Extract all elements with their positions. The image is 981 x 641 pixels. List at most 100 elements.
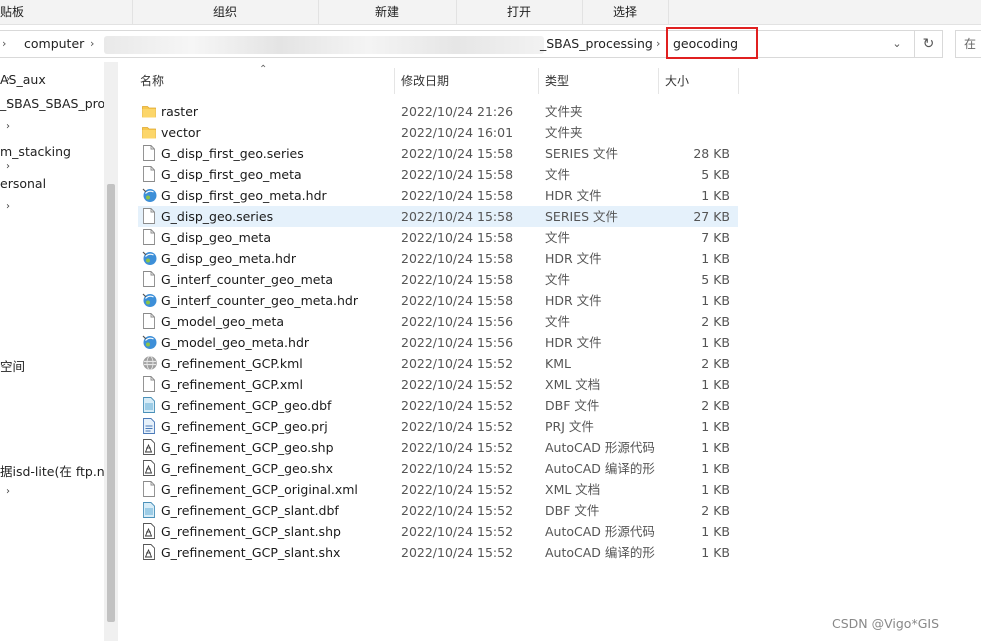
ribbon-group-new[interactable]: 新建 (318, 0, 457, 24)
file-name: G_disp_geo_meta (161, 230, 271, 245)
column-header-date[interactable]: 修改日期 (401, 68, 449, 94)
scrollbar-thumb[interactable] (107, 184, 115, 622)
file-size: 1 KB (701, 482, 730, 497)
chevron-right-icon[interactable]: › (6, 119, 10, 135)
file-name: G_refinement_GCP_slant.shp (161, 524, 341, 539)
chevron-right-icon[interactable]: › (6, 159, 10, 175)
file-type: 文件 (545, 167, 571, 182)
column-header-type[interactable]: 类型 (545, 68, 569, 94)
file-row[interactable]: G_refinement_GCP_geo.shp 2022/10/24 15:52… (138, 437, 738, 458)
column-divider[interactable] (738, 68, 739, 94)
column-header-size[interactable]: 大小 (665, 68, 689, 94)
address-bar-area: › computer › _SBAS_processing › geocodin… (0, 26, 981, 62)
file-row[interactable]: G_refinement_GCP_geo.shx 2022/10/24 15:52… (138, 458, 738, 479)
chevron-right-icon[interactable]: › (6, 199, 10, 215)
file-row[interactable]: G_disp_geo_meta.hdr 2022/10/24 15:58 HDR 文… (138, 248, 738, 269)
file-size: 27 KB (693, 209, 730, 224)
file-type: HDR 文件 (545, 335, 602, 350)
nav-item[interactable]: _SBAS_SBAS_proce (0, 95, 104, 113)
file-date: 2022/10/24 15:52 (401, 356, 514, 371)
kml-icon (142, 355, 157, 371)
nav-scrollbar[interactable] (104, 62, 118, 641)
file-row[interactable]: G_disp_first_geo.series 2022/10/24 15:58 S… (138, 143, 738, 164)
file-size: 1 KB (701, 251, 730, 266)
file-size: 2 KB (701, 398, 730, 413)
file-row[interactable]: G_refinement_GCP.kml 2022/10/24 15:52 KML 2… (138, 353, 738, 374)
file-row[interactable]: G_disp_geo.series 2022/10/24 15:58 SERIES … (138, 206, 738, 227)
shp-icon (142, 460, 156, 476)
file-date: 2022/10/24 15:58 (401, 167, 514, 182)
file-date: 2022/10/24 15:52 (401, 503, 514, 518)
file-name: G_disp_geo_meta.hdr (161, 251, 296, 266)
nav-item[interactable]: AS_aux (0, 71, 46, 89)
file-row[interactable]: G_refinement_GCP_geo.prj 2022/10/24 15:52… (138, 416, 738, 437)
file-name: G_refinement_GCP_slant.dbf (161, 503, 339, 518)
file-size: 1 KB (701, 419, 730, 434)
file-date: 2022/10/24 15:52 (401, 545, 514, 560)
file-size: 7 KB (701, 230, 730, 245)
refresh-icon[interactable]: ↻ (914, 30, 942, 58)
ribbon-group-open[interactable]: 打开 (456, 0, 583, 24)
breadcrumb-computer[interactable]: computer (24, 30, 84, 58)
file-row[interactable]: G_refinement_GCP_slant.dbf 2022/10/24 15:… (138, 500, 738, 521)
hdr-icon (142, 292, 157, 308)
file-row[interactable]: G_refinement_GCP_geo.dbf 2022/10/24 15:52… (138, 395, 738, 416)
file-date: 2022/10/24 15:52 (401, 440, 514, 455)
file-date: 2022/10/24 15:58 (401, 230, 514, 245)
file-row[interactable]: G_refinement_GCP.xml 2022/10/24 15:52 XML … (138, 374, 738, 395)
file-icon (142, 481, 156, 497)
chevron-right-icon[interactable]: › (6, 484, 10, 500)
ribbon-group-label: 打开 (506, 5, 531, 19)
search-input[interactable]: 在 (955, 30, 981, 58)
file-type: XML 文档 (545, 377, 601, 392)
file-type: XML 文档 (545, 482, 601, 497)
file-name: raster (161, 104, 199, 119)
file-name: G_disp_geo.series (161, 209, 274, 224)
file-row[interactable]: G_disp_first_geo_meta.hdr 2022/10/24 15:5… (138, 185, 738, 206)
column-divider[interactable] (658, 68, 659, 94)
file-row[interactable]: G_disp_first_geo_meta 2022/10/24 15:58 文件 5… (138, 164, 738, 185)
column-header-name[interactable]: 名称 (140, 68, 164, 94)
file-row[interactable]: G_refinement_GCP_slant.shp 2022/10/24 15:… (138, 521, 738, 542)
file-type: HDR 文件 (545, 251, 602, 266)
chevron-right-icon[interactable]: › (656, 30, 660, 58)
file-date: 2022/10/24 15:52 (401, 461, 514, 476)
file-row[interactable]: G_disp_geo_meta 2022/10/24 15:58 文件 7 KB (138, 227, 738, 248)
chevron-down-icon[interactable]: ⌄ (886, 30, 908, 58)
file-name: G_interf_counter_geo_meta (161, 272, 334, 287)
nav-item[interactable]: 据isd-lite(在 ftp.nc (0, 463, 104, 481)
ribbon-group-clipboard[interactable]: 贴板 (0, 0, 133, 24)
nav-item[interactable]: ersonal (0, 175, 46, 193)
file-icon (142, 271, 156, 287)
file-row[interactable]: G_interf_counter_geo_meta 2022/10/24 15:5… (138, 269, 738, 290)
nav-item[interactable]: m_stacking (0, 143, 71, 161)
file-row[interactable]: G_model_geo_meta 2022/10/24 15:56 文件 2 KB (138, 311, 738, 332)
file-name: G_refinement_GCP_geo.prj (161, 419, 328, 434)
file-type: AutoCAD 形源代码 (545, 524, 655, 539)
file-row[interactable]: G_interf_counter_geo_meta.hdr 2022/10/24 … (138, 290, 738, 311)
file-row[interactable]: G_model_geo_meta.hdr 2022/10/24 15:56 HDR … (138, 332, 738, 353)
file-type: HDR 文件 (545, 293, 602, 308)
file-size: 2 KB (701, 356, 730, 371)
breadcrumb-sbas-processing[interactable]: _SBAS_processing (540, 30, 653, 58)
nav-item[interactable]: 空间 (0, 358, 25, 376)
chevron-right-icon[interactable]: › (90, 30, 94, 58)
file-name: G_refinement_GCP_original.xml (161, 482, 358, 497)
ribbon-bar: 贴板 组织 新建 打开 选择 (0, 0, 981, 25)
ribbon-group-select[interactable]: 选择 (582, 0, 669, 24)
file-row[interactable]: G_refinement_GCP_slant.shx 2022/10/24 15:… (138, 542, 738, 563)
hdr-icon (142, 187, 157, 203)
file-row[interactable]: G_refinement_GCP_original.xml 2022/10/24 … (138, 479, 738, 500)
file-name: G_refinement_GCP.xml (161, 377, 303, 392)
file-size: 2 KB (701, 314, 730, 329)
file-row[interactable]: raster 2022/10/24 21:26 文件夹 (138, 101, 738, 122)
ribbon-group-organize[interactable]: 组织 (132, 0, 319, 24)
chevron-right-icon[interactable]: › (2, 30, 6, 58)
file-row[interactable]: vector 2022/10/24 16:01 文件夹 (138, 122, 738, 143)
column-divider[interactable] (538, 68, 539, 94)
redacted-path (104, 36, 544, 54)
file-size: 1 KB (701, 188, 730, 203)
column-divider[interactable] (394, 68, 395, 94)
dbf-icon (142, 502, 156, 518)
file-type: HDR 文件 (545, 188, 602, 203)
